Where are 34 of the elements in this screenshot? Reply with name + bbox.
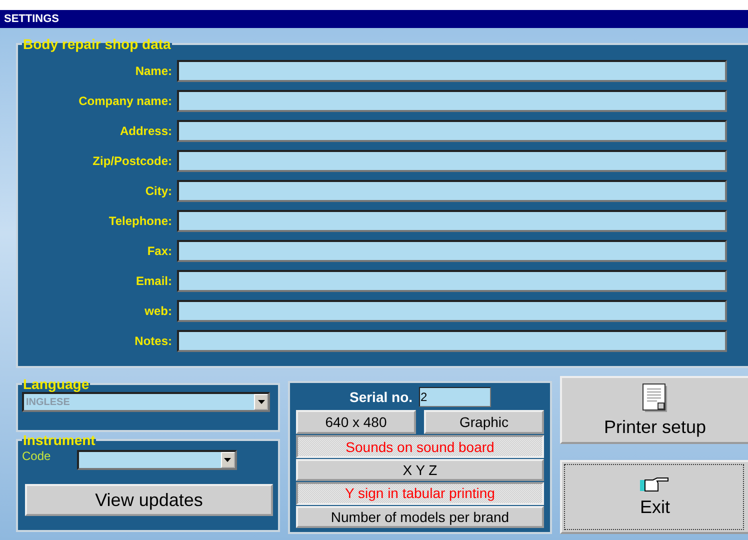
input-field[interactable] — [177, 240, 727, 262]
input-field[interactable] — [177, 150, 727, 172]
field-label: City: — [144, 184, 173, 198]
printer-setup-button[interactable]: Printer setup — [560, 376, 748, 444]
input-field[interactable] — [177, 270, 727, 292]
serial-field[interactable]: 2 — [418, 387, 491, 408]
input-field[interactable] — [177, 330, 727, 352]
window-title: SETTINGS — [0, 10, 748, 28]
serial-label: Serial no. — [349, 389, 413, 406]
mode-button[interactable]: 640 x 480 — [296, 410, 416, 434]
field-label: Email: — [134, 274, 173, 288]
option-toggle[interactable]: X Y Z — [296, 458, 544, 482]
exit-button[interactable]: Exit — [560, 460, 748, 534]
input-field[interactable] — [177, 90, 727, 112]
field-label: Zip/Postcode: — [92, 154, 173, 168]
input-field[interactable] — [177, 60, 727, 82]
option-toggle[interactable]: Number of models per brand — [296, 506, 544, 528]
code-label: Code — [22, 449, 51, 463]
field-label: Company name: — [78, 94, 173, 108]
field-label: web: — [144, 304, 173, 318]
mode-button[interactable]: Graphic — [424, 410, 544, 434]
field-label: Telephone: — [108, 214, 173, 228]
field-label: Name: — [134, 64, 173, 78]
input-field[interactable] — [177, 300, 727, 322]
field-label: Address: — [118, 124, 173, 138]
field-label: Fax: — [146, 244, 173, 258]
field-label: Notes: — [134, 334, 173, 348]
input-field[interactable] — [177, 210, 727, 232]
code-dropdown[interactable] — [76, 450, 237, 470]
pointing-hand-icon — [640, 476, 670, 492]
input-field[interactable] — [177, 120, 727, 142]
input-field[interactable] — [177, 180, 727, 202]
document-icon — [642, 382, 668, 412]
view-updates-button[interactable]: View updates — [25, 484, 273, 516]
